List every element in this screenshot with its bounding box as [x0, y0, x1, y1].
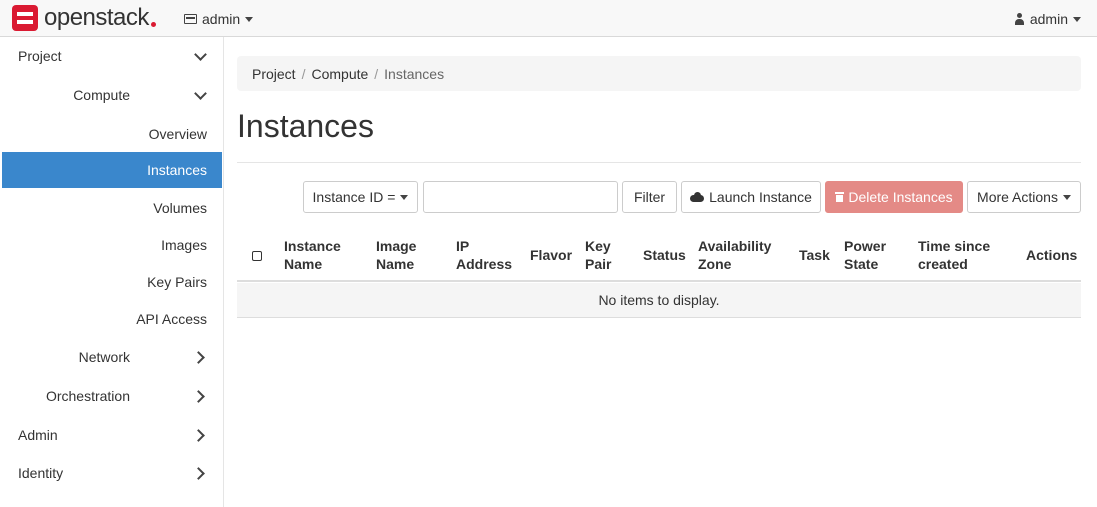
sidebar-item-label: Overview: [148, 126, 207, 142]
empty-message: No items to display.: [598, 292, 720, 308]
filter-field-label: Instance ID =: [312, 189, 396, 205]
top-navbar: openstack admin admin: [0, 0, 1097, 37]
table-empty-row: No items to display.: [237, 283, 1081, 318]
sidebar-item-label: Instances: [147, 162, 207, 178]
sidebar-item-label: Key Pairs: [147, 274, 207, 290]
column-flavor[interactable]: Flavor: [530, 246, 572, 264]
column-image-name[interactable]: Image Name: [376, 237, 436, 273]
sidebar-item-label: Admin: [18, 427, 58, 443]
cloud-upload-icon: [690, 192, 705, 202]
column-availability-zone[interactable]: Availability Zone: [698, 237, 778, 273]
column-actions: Actions: [1026, 247, 1078, 263]
caret-down-icon: [400, 194, 409, 200]
chevron-right-icon: [194, 467, 206, 479]
user-menu-label: admin: [1029, 11, 1068, 27]
delete-instances-label: Delete Instances: [848, 189, 953, 205]
launch-instance-button[interactable]: Launch Instance: [681, 181, 821, 213]
sidebar-item-api-access[interactable]: API Access: [2, 301, 222, 337]
delete-instances-button[interactable]: Delete Instances: [825, 181, 963, 213]
caret-down-icon: [245, 16, 254, 22]
sidebar-item-project[interactable]: Project: [2, 38, 222, 74]
sidebar-item-orchestration[interactable]: Orchestration: [2, 378, 222, 414]
chevron-right-icon: [194, 351, 206, 363]
openstack-logo-icon: [12, 5, 38, 31]
launch-instance-label: Launch Instance: [709, 189, 812, 205]
openstack-logo[interactable]: openstack: [12, 5, 156, 31]
chevron-down-icon: [194, 50, 206, 62]
breadcrumb-current: Instances: [384, 65, 445, 82]
breadcrumb-project[interactable]: Project: [252, 66, 296, 82]
caret-down-icon: [1073, 16, 1081, 22]
breadcrumb-compute[interactable]: Compute: [311, 66, 368, 82]
column-task[interactable]: Task: [799, 246, 830, 264]
chevron-right-icon: [194, 390, 206, 402]
sidebar-item-volumes[interactable]: Volumes: [2, 190, 222, 226]
sidebar-item-images[interactable]: Images: [2, 227, 222, 263]
breadcrumb-separator: /: [374, 65, 379, 82]
brand-name: openstack: [44, 4, 149, 31]
project-selector-label: admin: [202, 11, 241, 27]
filter-input[interactable]: [423, 181, 618, 213]
filter-button[interactable]: Filter: [622, 181, 677, 213]
page-title: Instances: [237, 108, 374, 144]
user-menu[interactable]: admin: [1014, 10, 1081, 28]
filter-button-label: Filter: [633, 189, 666, 205]
sidebar-item-admin[interactable]: Admin: [2, 417, 222, 453]
more-actions-dropdown[interactable]: More Actions: [967, 181, 1081, 213]
sidebar-item-network[interactable]: Network: [2, 339, 222, 375]
sidebar-item-instances[interactable]: Instances: [2, 152, 222, 188]
sidebar-item-identity[interactable]: Identity: [2, 455, 222, 491]
project-selector[interactable]: admin: [184, 10, 254, 28]
sidebar-item-overview[interactable]: Overview: [2, 116, 222, 152]
chevron-right-icon: [194, 429, 206, 441]
breadcrumb: Project / Compute / Instances: [237, 56, 1081, 91]
instances-table-header: Instance Name Image Name IP Address Flav…: [237, 228, 1081, 282]
column-key-pair[interactable]: Key Pair: [585, 237, 625, 273]
select-all-checkbox[interactable]: [252, 251, 262, 261]
breadcrumb-separator: /: [301, 65, 306, 82]
sidebar-item-label: Network: [78, 349, 130, 365]
sidebar-item-label: Project: [18, 48, 62, 64]
column-ip-address[interactable]: IP Address: [456, 237, 516, 273]
sidebar-item-key-pairs[interactable]: Key Pairs: [2, 264, 222, 300]
project-icon: [184, 14, 197, 24]
title-divider: [237, 162, 1081, 163]
caret-down-icon: [1062, 194, 1071, 200]
column-power-state[interactable]: Power State: [844, 237, 894, 273]
filter-field-dropdown[interactable]: Instance ID =: [303, 181, 418, 213]
column-status[interactable]: Status: [643, 246, 686, 264]
chevron-down-icon: [194, 89, 206, 101]
trash-icon: [835, 192, 845, 202]
column-instance-name[interactable]: Instance Name: [284, 237, 364, 273]
sidebar-item-label: Images: [161, 237, 207, 253]
column-time-since-created[interactable]: Time since created: [918, 237, 1008, 273]
sidebar-item-label: Compute: [73, 87, 130, 103]
more-actions-label: More Actions: [977, 189, 1058, 205]
brand-dot: [150, 21, 156, 27]
sidebar-item-label: API Access: [136, 311, 207, 327]
sidebar-item-compute[interactable]: Compute: [2, 77, 222, 113]
sidebar: Project Compute Overview Instances Volum…: [0, 37, 224, 507]
user-icon: [1014, 13, 1025, 25]
sidebar-item-label: Orchestration: [45, 388, 130, 404]
sidebar-item-label: Identity: [18, 465, 64, 481]
sidebar-item-label: Volumes: [153, 200, 207, 216]
